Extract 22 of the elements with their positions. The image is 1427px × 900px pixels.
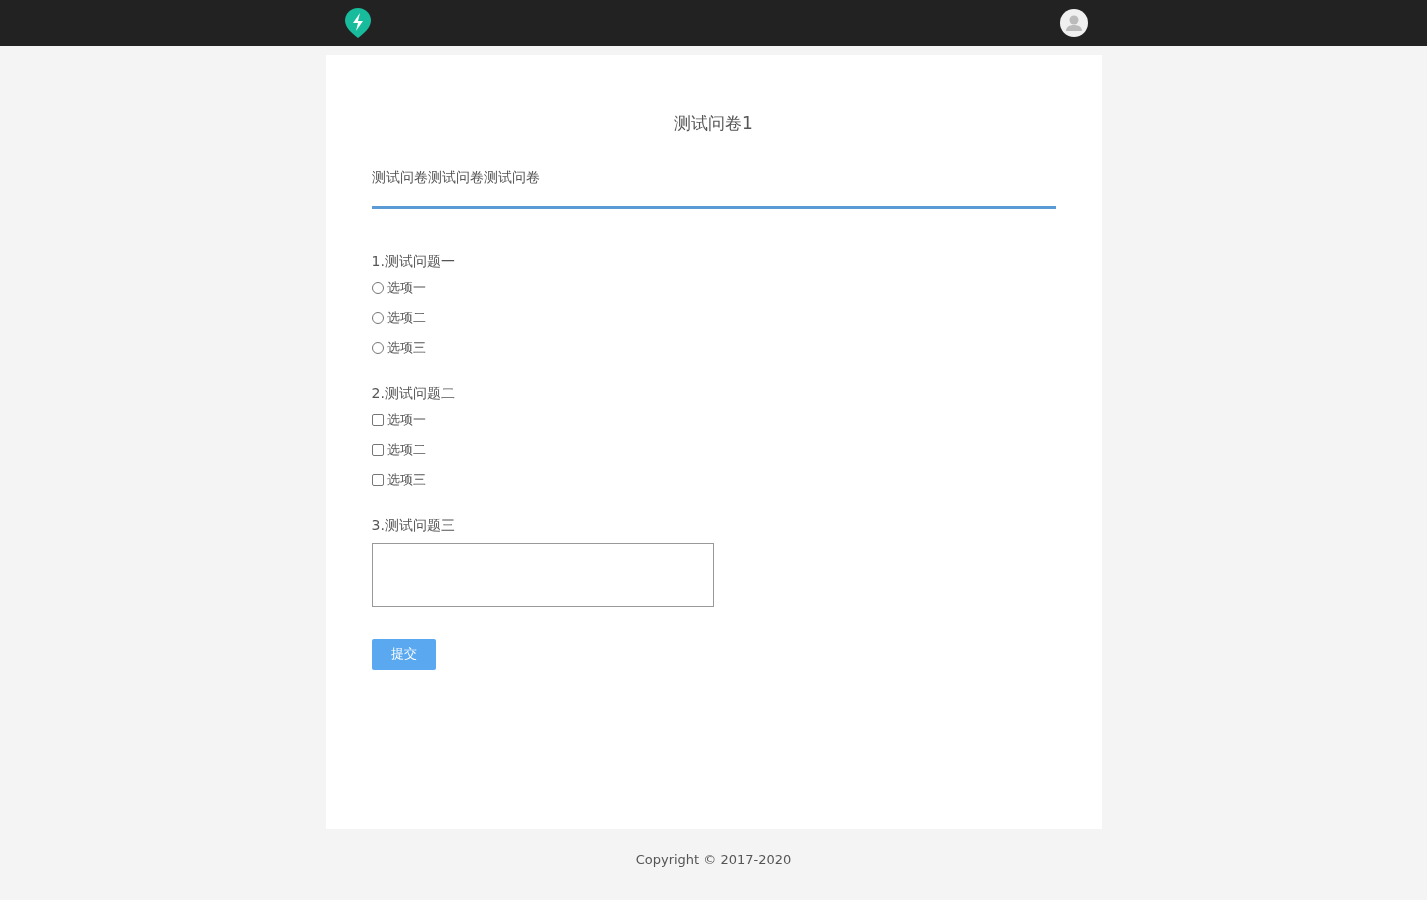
question-label: 2.测试问题二 [371,383,456,403]
survey-title: 测试问卷1 [673,112,754,135]
checkbox[interactable] [371,413,384,426]
option-label: 选项二 [386,308,426,327]
radio-button[interactable] [371,311,384,324]
option-label: 选项三 [386,470,426,489]
radio-button[interactable] [371,281,384,294]
answer-box[interactable] [371,542,714,607]
option-label: 选项一 [386,278,426,297]
user-avatar-icon[interactable] [1060,9,1088,37]
checkbox[interactable] [371,443,384,456]
lightning-logo-icon[interactable] [344,7,372,39]
radio-button[interactable] [371,341,384,354]
checkbox[interactable] [371,473,384,486]
question-label: 3.测试问题三 [371,515,456,535]
submit-button[interactable]: 提交 [371,638,436,670]
option-label: 选项一 [386,410,426,429]
copyright-footer: Copyright © 2017-2020 [0,850,1427,870]
question-label: 1.测试问题一 [371,251,456,271]
option-label: 选项二 [386,440,426,459]
survey-description: 测试问卷测试问卷测试问卷 [371,166,1056,209]
option-label: 选项三 [386,338,426,357]
